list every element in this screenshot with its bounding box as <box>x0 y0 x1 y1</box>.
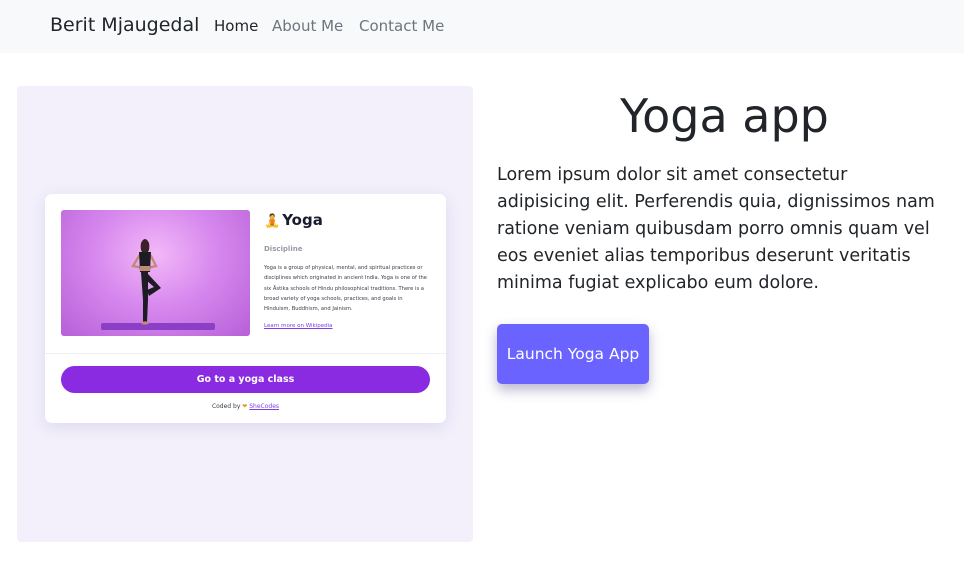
preview-card-link: Learn more on Wikipedia <box>264 323 333 329</box>
page-title: Yoga app <box>620 89 829 143</box>
preview-card-subtitle: Discipline <box>264 245 303 253</box>
nav-home-link[interactable]: Home <box>214 17 258 35</box>
preview-card-footer: Coded by ❤ SheCodes <box>45 403 446 410</box>
yoga-figure-icon <box>101 239 215 330</box>
heart-icon: ❤ <box>242 403 248 410</box>
yoga-photo <box>61 210 250 336</box>
preview-card-title-text: Yoga <box>282 211 323 229</box>
preview-card-title: 🧘 Yoga <box>264 211 323 229</box>
preview-card-divider <box>45 353 446 354</box>
meditation-icon: 🧘 <box>264 214 281 229</box>
project-description: Lorem ipsum dolor sit amet consectetur a… <box>497 165 935 293</box>
footer-link: SheCodes <box>249 403 280 410</box>
preview-card-description: Yoga is a group of physical, mental, and… <box>264 265 427 313</box>
nav-contact-link[interactable]: Contact Me <box>359 17 444 35</box>
brand-link[interactable]: Berit Mjaugedal <box>50 14 199 36</box>
project-preview-image: 🧘 Yoga Discipline Yoga is a group of phys… <box>17 86 473 542</box>
preview-card-button: Go to a yoga class <box>61 366 430 393</box>
footer-prefix: Coded by <box>211 403 241 410</box>
preview-card: 🧘 Yoga Discipline Yoga is a group of phys… <box>45 194 446 423</box>
navbar: Berit Mjaugedal Home About Me Contact Me <box>0 0 964 53</box>
launch-yoga-app-button[interactable]: Launch Yoga App <box>497 324 649 384</box>
nav-about-link[interactable]: About Me <box>272 17 343 35</box>
